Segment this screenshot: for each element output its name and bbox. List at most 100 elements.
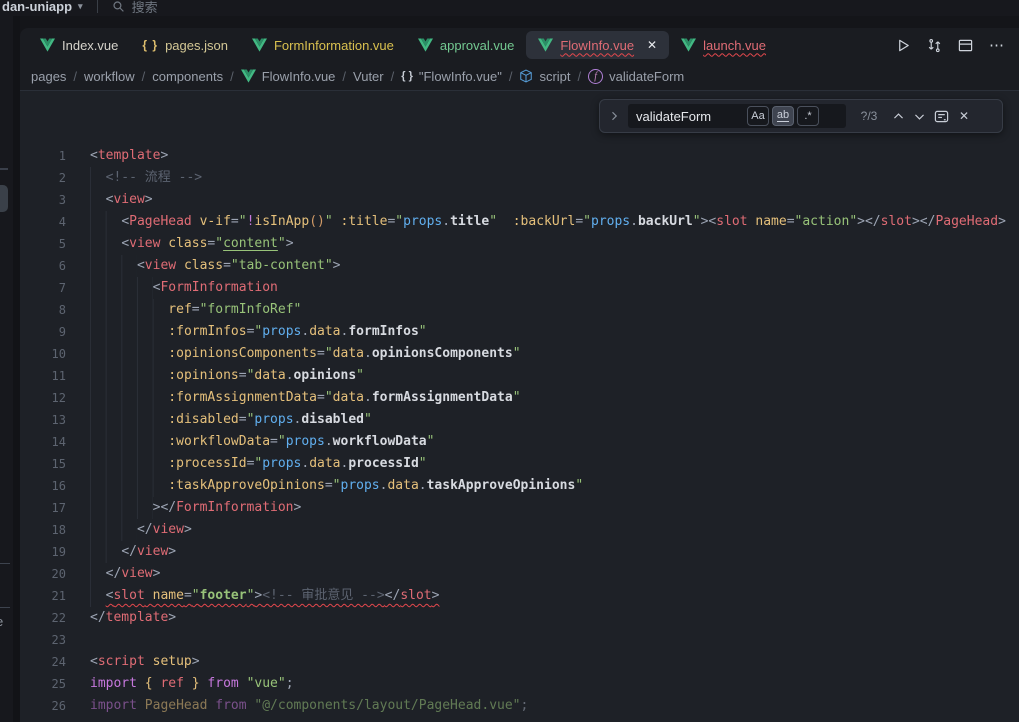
toggle-replace-icon[interactable] — [608, 110, 620, 122]
code-line-23[interactable]: 23 — [20, 629, 1019, 651]
indent-guide — [90, 233, 121, 255]
tab-flowinfo-vue[interactable]: FlowInfo.vue ✕ — [526, 31, 669, 59]
code-token: " — [583, 214, 591, 229]
tab-index-vue[interactable]: Index.vue — [28, 28, 130, 62]
more-actions-button[interactable]: ⋯ — [989, 36, 1005, 54]
code-area[interactable]: 1<template>2<!-- 流程 -->3<view>4 <PageHead… — [20, 91, 1019, 717]
code-line-18[interactable]: 18</view> — [20, 519, 1019, 541]
whole-word-button[interactable]: ab — [772, 106, 794, 126]
code-line-6[interactable]: 6<view class="tab-content"> — [20, 255, 1019, 277]
code-text: import { ref } from "vue"; — [90, 673, 294, 695]
code-line-3[interactable]: 3<view> — [20, 189, 1019, 211]
find-input[interactable] — [636, 109, 744, 124]
breadcrumb-item-flowinfo-vue[interactable]: FlowInfo.vue — [241, 69, 336, 84]
code-line-5[interactable]: 5<view class="content"> — [20, 233, 1019, 255]
code-line-21[interactable]: 21<slot name="footer"><!-- 审批意见 --></slo… — [20, 585, 1019, 607]
code-text: :formAssignmentData="data.formAssignment… — [168, 387, 520, 409]
previous-match-button[interactable] — [892, 110, 905, 123]
editor-pane[interactable]: Aa ab .* ?/3 ✕ 1<template>2<!-- 流程 -->3<… — [20, 90, 1019, 722]
code-line-12[interactable]: 12:formAssignmentData="data.formAssignme… — [20, 387, 1019, 409]
code-token: > — [168, 544, 176, 559]
git-compare-button[interactable] — [927, 38, 942, 53]
line-number: 24 — [20, 651, 66, 673]
code-token — [137, 676, 145, 691]
breadcrumb-item-workflow[interactable]: workflow — [84, 69, 135, 84]
code-line-25[interactable]: 25import { ref } from "vue"; — [20, 673, 1019, 695]
code-token: setup — [153, 654, 192, 669]
code-text: <PageHead v-if="!isInApp()" :title="prop… — [121, 211, 1006, 233]
code-line-13[interactable]: 13:disabled="props.disabled" — [20, 409, 1019, 431]
code-line-17[interactable]: 17></FormInformation> — [20, 497, 1019, 519]
tab-label: FlowInfo.vue — [560, 38, 634, 53]
tab-approval-vue[interactable]: approval.vue — [406, 28, 526, 62]
code-line-7[interactable]: 7<FormInformation — [20, 277, 1019, 299]
indent-guide — [90, 453, 168, 475]
strip-divider — [0, 607, 10, 608]
line-number: 5 — [20, 233, 66, 255]
global-search[interactable]: 搜索 — [112, 0, 158, 16]
breadcrumb-item-script[interactable]: script — [519, 69, 570, 84]
indent-guide — [90, 585, 106, 607]
breadcrumb-item-flowinfo-vue[interactable]: { }"FlowInfo.vue" — [401, 69, 502, 84]
code-token: </ — [385, 588, 401, 603]
breadcrumb-item-components[interactable]: components — [152, 69, 223, 84]
code-token: slot — [113, 588, 144, 603]
code-token: = — [184, 588, 192, 603]
code-line-22[interactable]: 22</template> — [20, 607, 1019, 629]
indent-guide — [90, 387, 168, 409]
tab-forminformation-vue[interactable]: FormInformation.vue — [240, 28, 406, 62]
next-match-button[interactable] — [913, 110, 926, 123]
code-token: > — [998, 214, 1006, 229]
split-editor-button[interactable] — [958, 38, 973, 53]
regex-button[interactable]: .* — [797, 106, 819, 126]
breadcrumb-label: pages — [31, 69, 66, 84]
code-token: = — [575, 214, 583, 229]
code-line-10[interactable]: 10:opinionsComponents="data.opinionsComp… — [20, 343, 1019, 365]
run-button[interactable] — [896, 38, 911, 53]
code-line-4[interactable]: 4 <PageHead v-if="!isInApp()" :title="pro… — [20, 211, 1019, 233]
code-line-20[interactable]: 20</view> — [20, 563, 1019, 585]
code-token: ></ — [153, 500, 176, 515]
breadcrumb-separator: / — [509, 69, 513, 84]
indent-guide — [90, 299, 168, 321]
code-text: :opinionsComponents="data.opinionsCompon… — [168, 343, 520, 365]
find-in-selection-button[interactable] — [934, 109, 949, 124]
code-line-16[interactable]: 16:taskApproveOpinions="props.data.taskA… — [20, 475, 1019, 497]
code-editor-window: dan-uniapp ▾ 搜索 e Index.vue{ }pages.json… — [0, 0, 1019, 722]
code-line-14[interactable]: 14:workflowData="props.workflowData" — [20, 431, 1019, 453]
code-line-1[interactable]: 1<template> — [20, 145, 1019, 167]
code-line-19[interactable]: 19</view> — [20, 541, 1019, 563]
code-line-9[interactable]: 9:formInfos="props.data.formInfos" — [20, 321, 1019, 343]
project-selector[interactable]: dan-uniapp ▾ — [0, 0, 83, 14]
indent-guide — [90, 563, 106, 585]
code-line-2[interactable]: 2<!-- 流程 --> — [20, 167, 1019, 189]
code-token: < — [121, 214, 129, 229]
indent-guide — [90, 431, 168, 453]
code-line-26[interactable]: 26import PageHead from "@/components/lay… — [20, 695, 1019, 717]
close-find-icon[interactable]: ✕ — [957, 109, 969, 123]
code-token: FormInformation — [160, 280, 277, 295]
line-number: 20 — [20, 563, 66, 585]
breadcrumb-item-validateform[interactable]: fvalidateForm — [588, 69, 684, 84]
code-line-8[interactable]: 8ref="formInfoRef" — [20, 299, 1019, 321]
tab-pages-json[interactable]: { }pages.json — [130, 28, 240, 62]
code-token: "@/components/layout/PageHead.vue" — [254, 698, 520, 713]
code-line-24[interactable]: 24<script setup> — [20, 651, 1019, 673]
tab-label: launch.vue — [703, 38, 766, 53]
line-number: 1 — [20, 145, 66, 167]
line-number: 4 — [20, 211, 66, 233]
line-number: 18 — [20, 519, 66, 541]
code-line-15[interactable]: 15:processId="props.data.processId" — [20, 453, 1019, 475]
code-line-11[interactable]: 11:opinions="data.opinions" — [20, 365, 1019, 387]
close-tab-icon[interactable]: ✕ — [647, 38, 657, 52]
code-token: " — [419, 324, 427, 339]
strip-tab-handle[interactable] — [0, 185, 8, 212]
tab-launch-vue[interactable]: launch.vue — [669, 28, 778, 62]
match-case-button[interactable]: Aa — [747, 106, 769, 126]
breadcrumb-item-pages[interactable]: pages — [31, 69, 66, 84]
code-token: = — [192, 302, 200, 317]
code-token: " — [427, 434, 435, 449]
code-token: props — [591, 214, 630, 229]
code-token: ref — [168, 302, 191, 317]
breadcrumb-item-vuter[interactable]: Vuter — [353, 69, 384, 84]
